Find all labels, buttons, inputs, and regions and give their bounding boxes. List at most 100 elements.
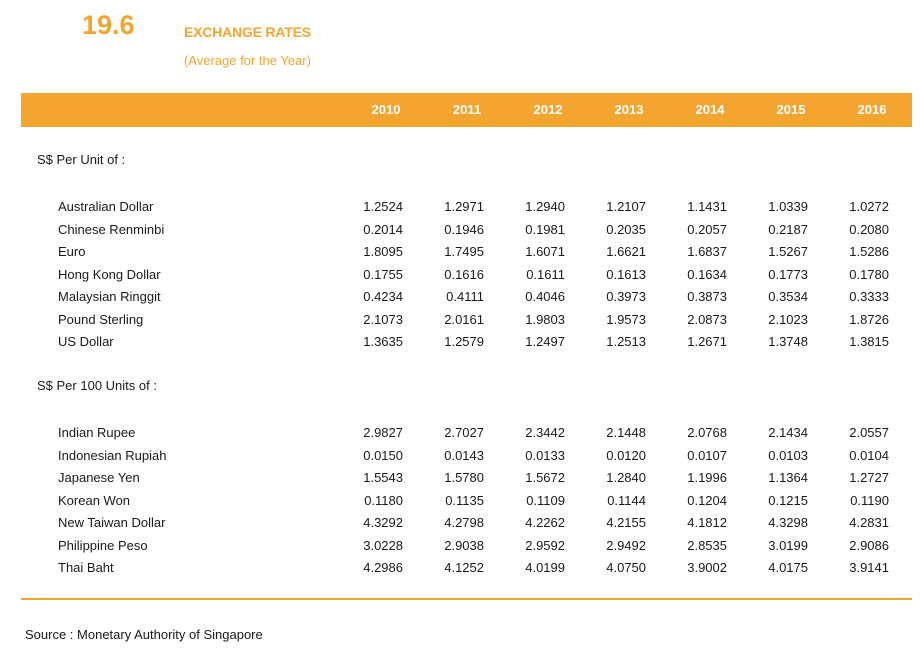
rate-value-2012: 0.1109	[526, 492, 565, 508]
rate-value-2013: 1.6621	[606, 244, 646, 259]
rate-value-2010: 2.9827	[363, 425, 403, 440]
source-note: Source : Monetary Authority of Singapore	[25, 627, 263, 642]
currency-label: Thai Baht	[58, 560, 114, 575]
rate-value-2012: 0.4046	[525, 289, 565, 304]
rate-value-2015: 1.1364	[768, 470, 808, 485]
rate-value-2014: 2.0873	[687, 311, 727, 327]
rate-value-2015: 3.0199	[768, 537, 808, 553]
currency-label: Japanese Yen	[58, 470, 140, 485]
table-row: Malaysian Ringgit 0.4234 0.4111 0.4046 0.397…	[0, 289, 921, 311]
year-header-2012: 2012	[533, 102, 563, 117]
table-row: Indian Rupee 2.9827 2.7027 2.3442 2.1448 2.07…	[0, 425, 921, 447]
table-row: Japanese Yen 1.5543 1.5780 1.5672 1.2840 1.19…	[0, 470, 921, 492]
rate-value-2010: 0.1755	[363, 266, 403, 282]
rate-value-2013: 4.2155	[606, 515, 646, 530]
currency-label: US Dollar	[58, 334, 114, 349]
rate-value-2011: 0.4111	[446, 289, 484, 304]
rate-value-2013: 0.0120	[606, 447, 646, 463]
rate-value-2014: 1.1996	[687, 470, 727, 485]
rate-value-2012: 2.3442	[525, 425, 565, 440]
rate-value-2011: 1.7495	[444, 244, 484, 259]
rate-value-2010: 0.4234	[363, 289, 403, 304]
rate-value-2010: 4.3292	[363, 515, 403, 530]
rate-value-2011: 1.2579	[444, 334, 484, 349]
year-header-2016: 2016	[857, 102, 887, 117]
year-header-2011: 2011	[452, 102, 482, 117]
currency-label: New Taiwan Dollar	[58, 515, 166, 530]
rate-value-2012: 0.1611	[526, 266, 565, 282]
bottom-divider	[21, 598, 912, 600]
rate-value-2013: 2.1448	[606, 425, 646, 440]
rate-value-2016: 0.0104	[849, 447, 889, 463]
rate-value-2011: 0.0143	[444, 447, 484, 463]
rate-value-2014: 2.8535	[687, 537, 727, 553]
rate-value-2015: 1.0339	[768, 199, 808, 214]
rate-value-2014: 0.1634	[687, 266, 727, 282]
rate-value-2011: 0.1616	[444, 266, 484, 282]
rate-value-2010: 1.2524	[363, 199, 403, 214]
rate-value-2012: 1.6071	[525, 244, 565, 259]
rate-value-2016: 2.9086	[849, 537, 889, 553]
year-header-2013: 2013	[614, 102, 644, 117]
table-title: EXCHANGE RATES	[184, 24, 311, 40]
rate-value-2013: 0.2035	[606, 221, 646, 237]
year-header-2014: 2014	[695, 102, 725, 117]
rate-value-2016: 1.0272	[849, 199, 889, 214]
rate-value-2010: 1.5543	[363, 470, 403, 485]
table-row: US Dollar 1.3635 1.2579 1.2497 1.2513 1.2671 1…	[0, 334, 921, 356]
rate-value-2010: 1.3635	[363, 334, 403, 349]
rate-value-2014: 0.2057	[687, 221, 727, 237]
rate-value-2010: 3.0228	[363, 537, 403, 553]
currency-label: Korean Won	[58, 492, 131, 508]
rate-value-2011: 1.5780	[444, 470, 484, 485]
currency-label: Pound Sterling	[58, 311, 144, 327]
rate-value-2014: 0.3873	[687, 289, 727, 304]
table-row: Chinese Renminbi 0.2014 0.1946 0.1981 0.2035…	[0, 222, 921, 244]
table-row: Australian Dollar 1.2524 1.2971 1.2940 1.210…	[0, 199, 921, 221]
section-heading: S$ Per 100 Units of :	[37, 378, 157, 393]
currency-label: Hong Kong Dollar	[58, 266, 161, 282]
rate-value-2012: 1.5672	[525, 470, 565, 485]
currency-label: Australian Dollar	[58, 199, 154, 214]
table-row: Indonesian Rupiah 0.0150 0.0143 0.0133 0.012…	[0, 448, 921, 470]
rate-value-2012: 4.2262	[525, 515, 565, 530]
rate-value-2012: 1.2497	[525, 334, 565, 349]
table-row: Euro 1.8095 1.7495 1.6071 1.6621 1.6837 1.5267…	[0, 244, 921, 266]
table-row: Thai Baht 4.2986 4.1252 4.0199 4.0750 3.9002 4…	[0, 560, 921, 582]
rate-value-2012: 0.1981	[525, 221, 565, 237]
rate-value-2015: 0.2187	[768, 221, 808, 237]
rate-value-2013: 1.9573	[606, 311, 646, 327]
rate-value-2015: 2.1434	[768, 425, 808, 440]
rate-value-2013: 0.1144	[607, 492, 646, 508]
rate-value-2011: 4.1252	[444, 560, 484, 575]
currency-label: Indian Rupee	[58, 425, 136, 440]
rate-value-2015: 0.0103	[768, 447, 808, 463]
currency-label: Indonesian Rupiah	[58, 447, 167, 463]
currency-label: Malaysian Ringgit	[58, 289, 161, 304]
rate-value-2014: 0.0107	[687, 447, 727, 463]
rate-value-2014: 0.1204	[687, 492, 727, 508]
year-header-bar: 2010 2011 2012 2013 2014 2015 2016	[21, 93, 912, 127]
rate-value-2016: 0.2080	[849, 221, 889, 237]
rate-value-2016: 0.1780	[849, 266, 889, 282]
rate-value-2016: 1.8726	[849, 311, 889, 327]
rate-value-2016: 3.9141	[849, 560, 889, 575]
rate-value-2013: 1.2840	[606, 470, 646, 485]
rate-value-2013: 1.2107	[606, 199, 646, 214]
rate-value-2014: 3.9002	[687, 560, 727, 575]
table-row: Pound Sterling 2.1073 2.0161 1.9803 1.9573 2.…	[0, 312, 921, 334]
rate-value-2016: 1.3815	[849, 334, 889, 349]
rate-value-2016: 2.0557	[849, 425, 889, 440]
rate-value-2015: 1.3748	[768, 334, 808, 349]
table-row: Korean Won 0.1180 0.1135 0.1109 0.1144 0.1204…	[0, 493, 921, 515]
rate-value-2014: 1.2671	[687, 334, 727, 349]
rate-value-2011: 2.7027	[444, 425, 484, 440]
rate-value-2013: 0.3973	[606, 289, 646, 304]
rate-value-2011: 4.2798	[444, 515, 484, 530]
rate-value-2013: 2.9492	[606, 537, 646, 553]
year-header-2010: 2010	[371, 102, 401, 117]
rate-value-2015: 0.1215	[768, 492, 808, 508]
rate-value-2012: 2.9592	[525, 537, 565, 553]
rate-value-2011: 0.1946	[444, 221, 484, 237]
rate-value-2013: 1.2513	[606, 334, 646, 349]
